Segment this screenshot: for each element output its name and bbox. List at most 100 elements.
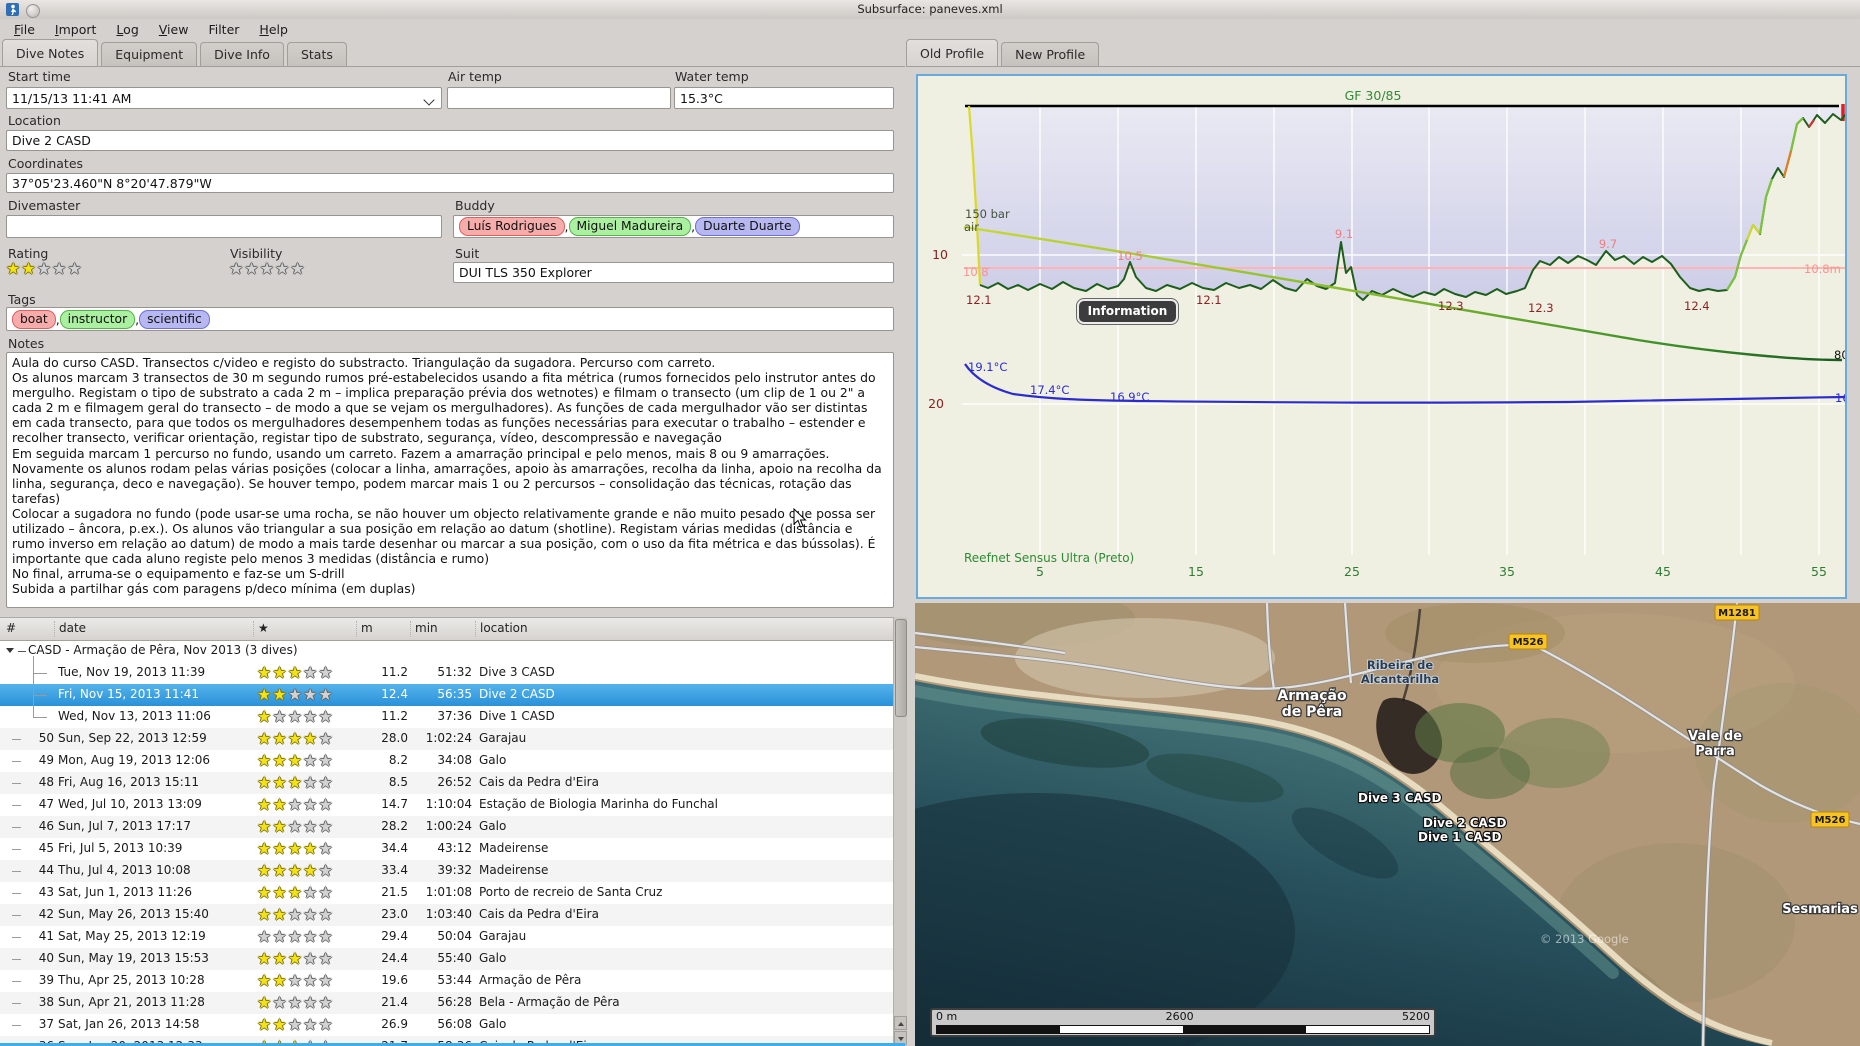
notes-textarea[interactable]: Aula do curso CASD. Transectos c/video e… (6, 352, 894, 608)
tab-old-profile[interactable]: Old Profile (906, 39, 999, 66)
window-titlebar[interactable]: Subsurface: paneves.xml (0, 0, 1860, 19)
temp-label: 19.1°C (968, 360, 1007, 374)
suit-label: Suit (455, 246, 480, 261)
air-temp-input[interactable] (447, 87, 671, 109)
dive-row[interactable]: 46 Sun, Jul 7, 2013 17:17 28.2 1:00:24 Galo ★… (0, 816, 893, 838)
tab-dive-notes[interactable]: Dive Notes (2, 39, 99, 66)
dive-number: 37 (38, 1017, 54, 1031)
menu-item-log[interactable]: Log (106, 19, 148, 41)
menu-item-file[interactable]: File (4, 19, 45, 41)
col-location[interactable]: location (475, 621, 528, 637)
dive-date: Sat, Jun 1, 2013 11:26 (58, 885, 193, 899)
dive-date: Mon, Aug 19, 2013 12:06 (58, 753, 211, 767)
dive-date: Sat, May 25, 2013 12:19 (58, 929, 206, 943)
rating-stars[interactable]: ★★★★★ (6, 261, 83, 277)
dive-row[interactable]: Fri, Nov 15, 2013 11:41 12.4 56:35 Dive 2 C… (0, 678, 893, 706)
dive-row[interactable]: 45 Fri, Jul 5, 2013 10:39 34.4 43:12 Madeire… (0, 838, 893, 860)
dive-row[interactable]: 40 Sun, May 19, 2013 15:53 24.4 55:40 Galo ★★… (0, 948, 893, 970)
star-empty-icon: ★ (318, 927, 334, 946)
mouse-cursor (793, 507, 809, 533)
dive-date: Sun, May 19, 2013 15:53 (58, 951, 209, 965)
depth-label: 12.1 (966, 293, 992, 307)
dive-depth: 29.4 (381, 929, 408, 943)
dive-row[interactable]: Tue, Nov 19, 2013 11:39 11.2 51:32 Dive 3 C… (0, 656, 893, 684)
dive-row[interactable]: 44 Thu, Jul 4, 2013 10:08 33.4 39:32 Madeire… (0, 860, 893, 882)
scrollbar-thumb[interactable] (895, 619, 907, 717)
location-input[interactable]: Dive 2 CASD (6, 130, 894, 151)
divemaster-input[interactable] (6, 215, 442, 238)
dive-site-label-3: Dive 3 CASD (1358, 791, 1441, 805)
menu-item-view[interactable]: View (149, 19, 199, 41)
dive-row[interactable]: 37 Sat, Jan 26, 2013 14:58 26.9 56:08 Galo ★★… (0, 1014, 893, 1036)
dive-location: Garajau (479, 731, 527, 745)
dive-profile-panel[interactable]: 10.8 GF 30/85 10 20 150 bar air 12.1 12.… (916, 74, 1850, 599)
col-number[interactable]: # (2, 621, 16, 637)
depth-area-fill (969, 106, 1847, 300)
temp-label: 16.9°C (1110, 390, 1149, 404)
chevron-down-icon[interactable] (423, 94, 435, 106)
dive-row[interactable]: 42 Sun, May 26, 2013 15:40 23.0 1:03:40 Cais… (0, 904, 893, 926)
dive-location: Cais da Pedra d'Eira (479, 907, 599, 921)
round-button-icon[interactable] (26, 4, 40, 18)
star-filled-icon: ★ (257, 1015, 273, 1034)
dive-list-scrollbar[interactable] (893, 617, 907, 1046)
buddy-input[interactable]: Luís Rodrigues, Miguel Madureira, Duarte… (453, 215, 894, 238)
dive-row[interactable]: 49 Mon, Aug 19, 2013 12:06 8.2 34:08 Galo ★★★… (0, 750, 893, 772)
dive-location: Cais da Pedra d'Eira (479, 775, 599, 789)
star-empty-icon: ★ (318, 949, 334, 968)
tab-dive-info[interactable]: Dive Info (200, 42, 284, 66)
star-empty-icon: ★ (318, 729, 334, 748)
col-duration[interactable]: min (410, 621, 438, 637)
tab-new-profile[interactable]: New Profile (1001, 42, 1100, 66)
dive-list-header[interactable]: # date ★ m min location (0, 618, 893, 641)
star-empty-icon: ★ (318, 707, 334, 726)
col-depth[interactable]: m (356, 621, 373, 637)
visibility-stars[interactable]: ★★★★★ (229, 261, 306, 277)
dive-site-map[interactable]: M526 M1281 M526 Armação de Pêra Ribeira … (915, 603, 1860, 1046)
col-rating[interactable]: ★ (253, 621, 269, 637)
menu-item-help[interactable]: Help (249, 19, 298, 41)
dive-date: Wed, Nov 13, 2013 11:06 (58, 709, 211, 723)
dive-row[interactable]: 43 Sat, Jun 1, 2013 11:26 21.5 1:01:08 Porto… (0, 882, 893, 904)
tab-stats[interactable]: Stats (286, 42, 347, 66)
tags-input[interactable]: boat, instructor, scientific (6, 307, 894, 331)
dive-row[interactable]: Wed, Nov 13, 2013 11:06 11.2 37:36 Dive 1 C… (0, 700, 893, 728)
water-temp-input[interactable]: 15.3°C (674, 87, 894, 109)
menu-item-filter[interactable]: Filter (198, 19, 249, 41)
gas-label: air (964, 220, 979, 234)
dive-number: 42 (38, 907, 54, 921)
start-time-input[interactable]: 11/15/13 11:41 AM (6, 87, 442, 109)
air-temp-label: Air temp (448, 69, 502, 84)
svg-text:M526: M526 (1815, 815, 1846, 826)
town-label-sesmarias: Sesmarias (1782, 902, 1858, 917)
buddy-label: Buddy (455, 198, 495, 213)
star-filled-icon: ★ (287, 883, 304, 902)
svg-text:de Pêra: de Pêra (1282, 704, 1343, 720)
menu-item-import[interactable]: Import (45, 19, 107, 41)
dive-row[interactable]: 39 Thu, Apr 25, 2013 10:28 19.6 53:44 Armaçã… (0, 970, 893, 992)
dive-duration: 56:08 (437, 1017, 472, 1031)
dive-rating-stars: ★★★★★ (257, 1017, 334, 1033)
star-filled-icon: ★ (272, 685, 288, 704)
tab-equipment[interactable]: Equipment (101, 42, 198, 66)
information-tooltip[interactable]: Information (1076, 298, 1179, 325)
dive-row[interactable]: 38 Sun, Apr 21, 2013 11:28 21.4 56:28 Bela -… (0, 992, 893, 1014)
dive-row[interactable]: 50 Sun, Sep 22, 2013 12:59 28.0 1:02:24 Gara… (0, 728, 893, 750)
temp-label: 17.4°C (1030, 383, 1069, 397)
dive-row[interactable]: 41 Sat, May 25, 2013 12:19 29.4 50:04 Garaja… (0, 926, 893, 948)
dive-date: Sun, Apr 21, 2013 11:28 (58, 995, 205, 1009)
suit-input[interactable]: DUI TLS 350 Explorer (453, 262, 894, 283)
dive-trip-group-row[interactable]: CASD - Armação de Pêra, Nov 2013 (3 dive… (0, 640, 893, 662)
dive-row[interactable]: 48 Fri, Aug 16, 2013 15:11 8.5 26:52 Cais da… (0, 772, 893, 794)
window-title: Subsurface: paneves.xml (857, 2, 1003, 16)
dive-row[interactable]: 47 Wed, Jul 10, 2013 13:09 14.7 1:10:04 Esta… (0, 794, 893, 816)
col-date[interactable]: date (54, 621, 86, 637)
dive-duration: 1:01:08 (425, 885, 472, 899)
dive-duration: 26:52 (437, 775, 472, 789)
arrow-up-icon[interactable] (894, 1016, 907, 1030)
star-empty-icon: ★ (318, 971, 334, 990)
svg-text:15: 15 (1188, 564, 1204, 579)
star-empty-icon: ★ (318, 751, 334, 770)
coordinates-input[interactable]: 37°05'23.460"N 8°20'47.879"W (6, 173, 894, 193)
chevron-down-icon[interactable] (6, 648, 14, 653)
